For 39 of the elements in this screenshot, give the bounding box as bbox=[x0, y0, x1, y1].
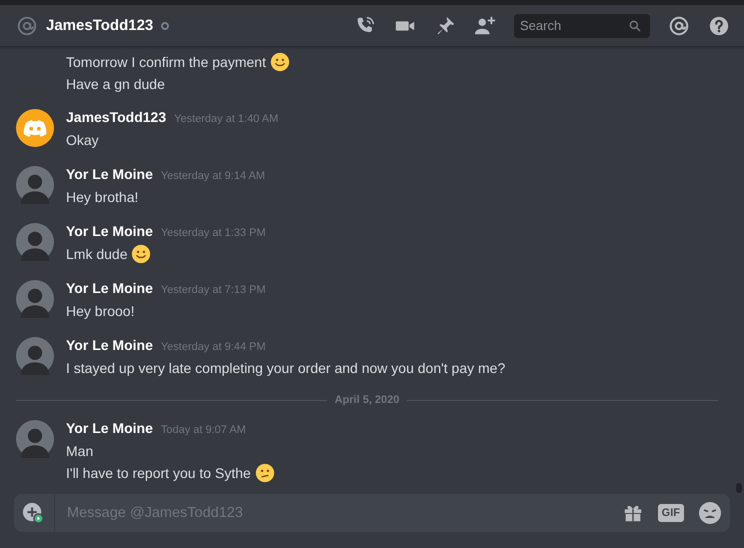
message-text: Have a gn dude bbox=[66, 75, 165, 94]
timestamp: Today at 9:07 AM bbox=[160, 424, 246, 436]
timestamp: Yesterday at 9:14 AM bbox=[160, 170, 266, 182]
timestamp: Yesterday at 9:44 PM bbox=[160, 341, 266, 353]
username[interactable]: Yor Le Moine bbox=[66, 280, 153, 296]
add-friend-icon[interactable] bbox=[474, 14, 496, 36]
user-avatar[interactable] bbox=[16, 223, 54, 261]
user-avatar[interactable] bbox=[16, 166, 54, 204]
user-avatar[interactable] bbox=[16, 337, 54, 375]
help-icon[interactable] bbox=[708, 14, 730, 36]
message-text: Tomorrow I confirm the payment bbox=[66, 53, 266, 72]
user-avatar[interactable] bbox=[16, 420, 54, 458]
username[interactable]: JamesTodd123 bbox=[66, 109, 166, 125]
message-text: Hey brooo! bbox=[66, 302, 134, 321]
scrollbar-thumb[interactable] bbox=[736, 483, 742, 493]
username[interactable]: Yor Le Moine bbox=[66, 166, 153, 182]
message-text: I'll have to report you to Sythe bbox=[66, 464, 251, 483]
username[interactable]: Yor Le Moine bbox=[66, 223, 153, 239]
timestamp: Yesterday at 7:13 PM bbox=[160, 284, 266, 296]
channel-title: JamesTodd123 bbox=[46, 17, 154, 34]
at-sign-icon bbox=[16, 14, 38, 36]
mentions-icon[interactable] bbox=[668, 14, 690, 36]
message-text: Lmk dude bbox=[66, 245, 128, 264]
message-text: I stayed up very late completing your order and now you don't pay me? bbox=[66, 359, 506, 378]
search-field[interactable]: Search bbox=[514, 14, 650, 38]
message-text: Hey brotha! bbox=[66, 188, 138, 207]
message-text: Man bbox=[66, 442, 94, 461]
username[interactable]: Yor Le Moine bbox=[66, 337, 153, 353]
add-attachment-icon[interactable] bbox=[22, 502, 44, 524]
timestamp: Yesterday at 1:33 PM bbox=[160, 227, 266, 239]
search-icon bbox=[628, 18, 642, 32]
username[interactable]: Yor Le Moine bbox=[66, 420, 153, 436]
gif-button[interactable]: GIF bbox=[658, 504, 684, 522]
timestamp: Yesterday at 1:40 AM bbox=[174, 113, 278, 125]
date-divider-label: April 5, 2020 bbox=[334, 394, 400, 406]
emoji-face-icon[interactable] bbox=[698, 501, 722, 525]
message-text: Okay bbox=[66, 131, 99, 150]
user-avatar[interactable] bbox=[16, 280, 54, 318]
avatar-logo-icon[interactable] bbox=[16, 109, 54, 147]
